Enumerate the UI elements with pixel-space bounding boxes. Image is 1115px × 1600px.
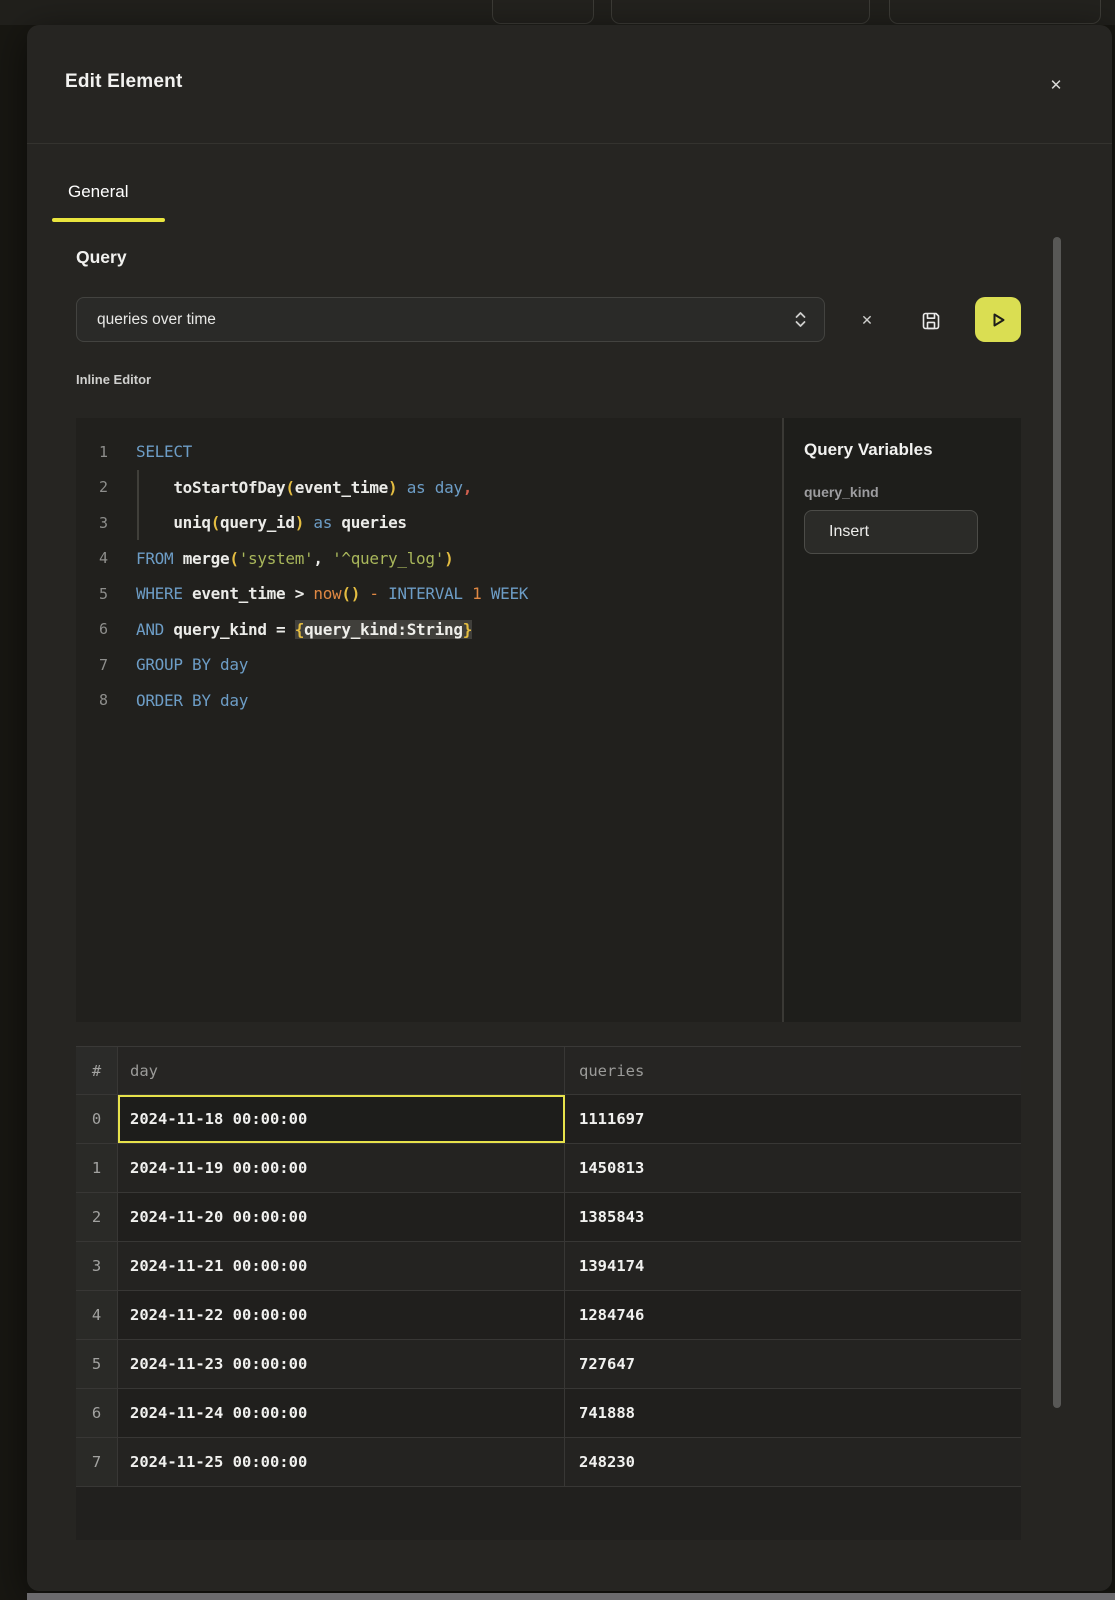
modal-scrollbar-thumb[interactable] xyxy=(1053,237,1061,1408)
table-header-row: # day queries xyxy=(76,1047,1021,1095)
queries-cell[interactable]: 1450813 xyxy=(565,1144,1021,1192)
results-table: # day queries 02024-11-18 00:00:00111169… xyxy=(76,1046,1021,1540)
tab-general[interactable]: General xyxy=(68,182,128,202)
line-number: 3 xyxy=(76,514,108,532)
header-divider xyxy=(27,143,1112,144)
column-header-day[interactable]: day xyxy=(118,1047,565,1094)
sql-editor: 1 SELECT 2 toStartOfDay(event_time) as day… xyxy=(76,418,1021,1022)
run-query-button[interactable] xyxy=(975,297,1021,342)
line-content: GROUP BY day xyxy=(136,655,248,674)
variable-name-label: query_kind xyxy=(804,484,1001,500)
row-index-cell[interactable]: 0 xyxy=(76,1095,118,1143)
table-row[interactable]: 32024-11-21 00:00:001394174 xyxy=(76,1242,1021,1291)
query-select[interactable]: queries over time xyxy=(76,297,825,342)
queries-cell[interactable]: 248230 xyxy=(565,1438,1021,1486)
line-content: ORDER BY day xyxy=(136,691,248,710)
code-line[interactable]: 3 uniq(query_id) as queries xyxy=(76,505,782,541)
query-variables-panel: Query Variables query_kind Insert xyxy=(784,418,1021,1022)
page-horizontal-scrollbar[interactable] xyxy=(27,1593,1115,1600)
day-cell[interactable]: 2024-11-24 00:00:00 xyxy=(118,1389,565,1437)
table-row[interactable]: 12024-11-19 00:00:001450813 xyxy=(76,1144,1021,1193)
row-index-cell[interactable]: 2 xyxy=(76,1193,118,1241)
day-cell[interactable]: 2024-11-23 00:00:00 xyxy=(118,1340,565,1388)
close-icon[interactable]: ✕ xyxy=(1043,72,1069,98)
day-cell[interactable]: 2024-11-20 00:00:00 xyxy=(118,1193,565,1241)
background-control-outline xyxy=(889,0,1101,24)
day-cell[interactable]: 2024-11-19 00:00:00 xyxy=(118,1144,565,1192)
modal-title: Edit Element xyxy=(65,71,182,93)
save-query-button[interactable] xyxy=(917,308,945,334)
table-row[interactable]: 72024-11-25 00:00:00248230 xyxy=(76,1438,1021,1487)
line-number: 8 xyxy=(76,691,108,709)
code-lines: 1 SELECT 2 toStartOfDay(event_time) as day… xyxy=(76,434,782,718)
line-content: FROM merge('system', '^query_log') xyxy=(136,549,453,568)
query-select-value: queries over time xyxy=(97,311,793,329)
column-header-queries[interactable]: queries xyxy=(565,1047,1021,1094)
code-line[interactable]: 6 AND query_kind = {query_kind:String} xyxy=(76,612,782,648)
play-icon xyxy=(987,309,1009,331)
code-line[interactable]: 4 FROM merge('system', '^query_log') xyxy=(76,541,782,577)
code-line[interactable]: 8 ORDER BY day xyxy=(76,683,782,719)
code-line[interactable]: 2 toStartOfDay(event_time) as day, xyxy=(76,470,782,506)
table-row[interactable]: 62024-11-24 00:00:00741888 xyxy=(76,1389,1021,1438)
line-content: SELECT xyxy=(136,442,192,461)
table-body: 02024-11-18 00:00:00111169712024-11-19 0… xyxy=(76,1095,1021,1487)
line-number: 5 xyxy=(76,585,108,603)
table-row[interactable]: 02024-11-18 00:00:001111697 xyxy=(76,1095,1021,1144)
active-tab-underline xyxy=(52,218,165,222)
table-row[interactable]: 42024-11-22 00:00:001284746 xyxy=(76,1291,1021,1340)
edit-element-modal: Edit Element ✕ General Query queries ove… xyxy=(27,25,1112,1591)
insert-variable-button[interactable]: Insert xyxy=(804,510,978,554)
row-index-cell[interactable]: 3 xyxy=(76,1242,118,1290)
day-cell[interactable]: 2024-11-18 00:00:00 xyxy=(118,1095,565,1143)
row-index-cell[interactable]: 5 xyxy=(76,1340,118,1388)
queries-cell[interactable]: 1111697 xyxy=(565,1095,1021,1143)
table-row[interactable]: 52024-11-23 00:00:00727647 xyxy=(76,1340,1021,1389)
row-index-cell[interactable]: 7 xyxy=(76,1438,118,1486)
background-control-outline xyxy=(492,0,594,24)
code-pane[interactable]: 1 SELECT 2 toStartOfDay(event_time) as day… xyxy=(76,418,782,1022)
code-line[interactable]: 5 WHERE event_time > now() - INTERVAL 1 W… xyxy=(76,576,782,612)
line-content: WHERE event_time > now() - INTERVAL 1 WE… xyxy=(136,584,528,603)
query-variables-title: Query Variables xyxy=(804,440,1001,460)
code-line[interactable]: 7 GROUP BY day xyxy=(76,647,782,683)
save-icon xyxy=(919,309,943,333)
row-index-cell[interactable]: 1 xyxy=(76,1144,118,1192)
row-index-cell[interactable]: 4 xyxy=(76,1291,118,1339)
line-number: 4 xyxy=(76,549,108,567)
background-control-outline xyxy=(611,0,870,24)
queries-cell[interactable]: 741888 xyxy=(565,1389,1021,1437)
table-row[interactable]: 22024-11-20 00:00:001385843 xyxy=(76,1193,1021,1242)
day-cell[interactable]: 2024-11-22 00:00:00 xyxy=(118,1291,565,1339)
queries-cell[interactable]: 1385843 xyxy=(565,1193,1021,1241)
code-line[interactable]: 1 SELECT xyxy=(76,434,782,470)
background-page-top xyxy=(0,0,1115,25)
row-index-cell[interactable]: 6 xyxy=(76,1389,118,1437)
queries-cell[interactable]: 1394174 xyxy=(565,1242,1021,1290)
query-section-label: Query xyxy=(76,247,127,268)
indent-guide xyxy=(137,470,139,540)
clear-query-button[interactable]: ✕ xyxy=(853,308,881,332)
day-cell[interactable]: 2024-11-21 00:00:00 xyxy=(118,1242,565,1290)
line-number: 6 xyxy=(76,620,108,638)
line-number: 2 xyxy=(76,478,108,496)
inline-editor-label: Inline Editor xyxy=(76,372,151,387)
line-number: 7 xyxy=(76,656,108,674)
queries-cell[interactable]: 727647 xyxy=(565,1340,1021,1388)
day-cell[interactable]: 2024-11-25 00:00:00 xyxy=(118,1438,565,1486)
line-content: toStartOfDay(event_time) as day, xyxy=(136,478,472,497)
queries-cell[interactable]: 1284746 xyxy=(565,1291,1021,1339)
line-number: 1 xyxy=(76,443,108,461)
line-content: uniq(query_id) as queries xyxy=(136,513,407,532)
select-updown-icon xyxy=(793,311,808,328)
column-header-index[interactable]: # xyxy=(76,1047,118,1094)
line-content: AND query_kind = {query_kind:String} xyxy=(136,620,472,639)
